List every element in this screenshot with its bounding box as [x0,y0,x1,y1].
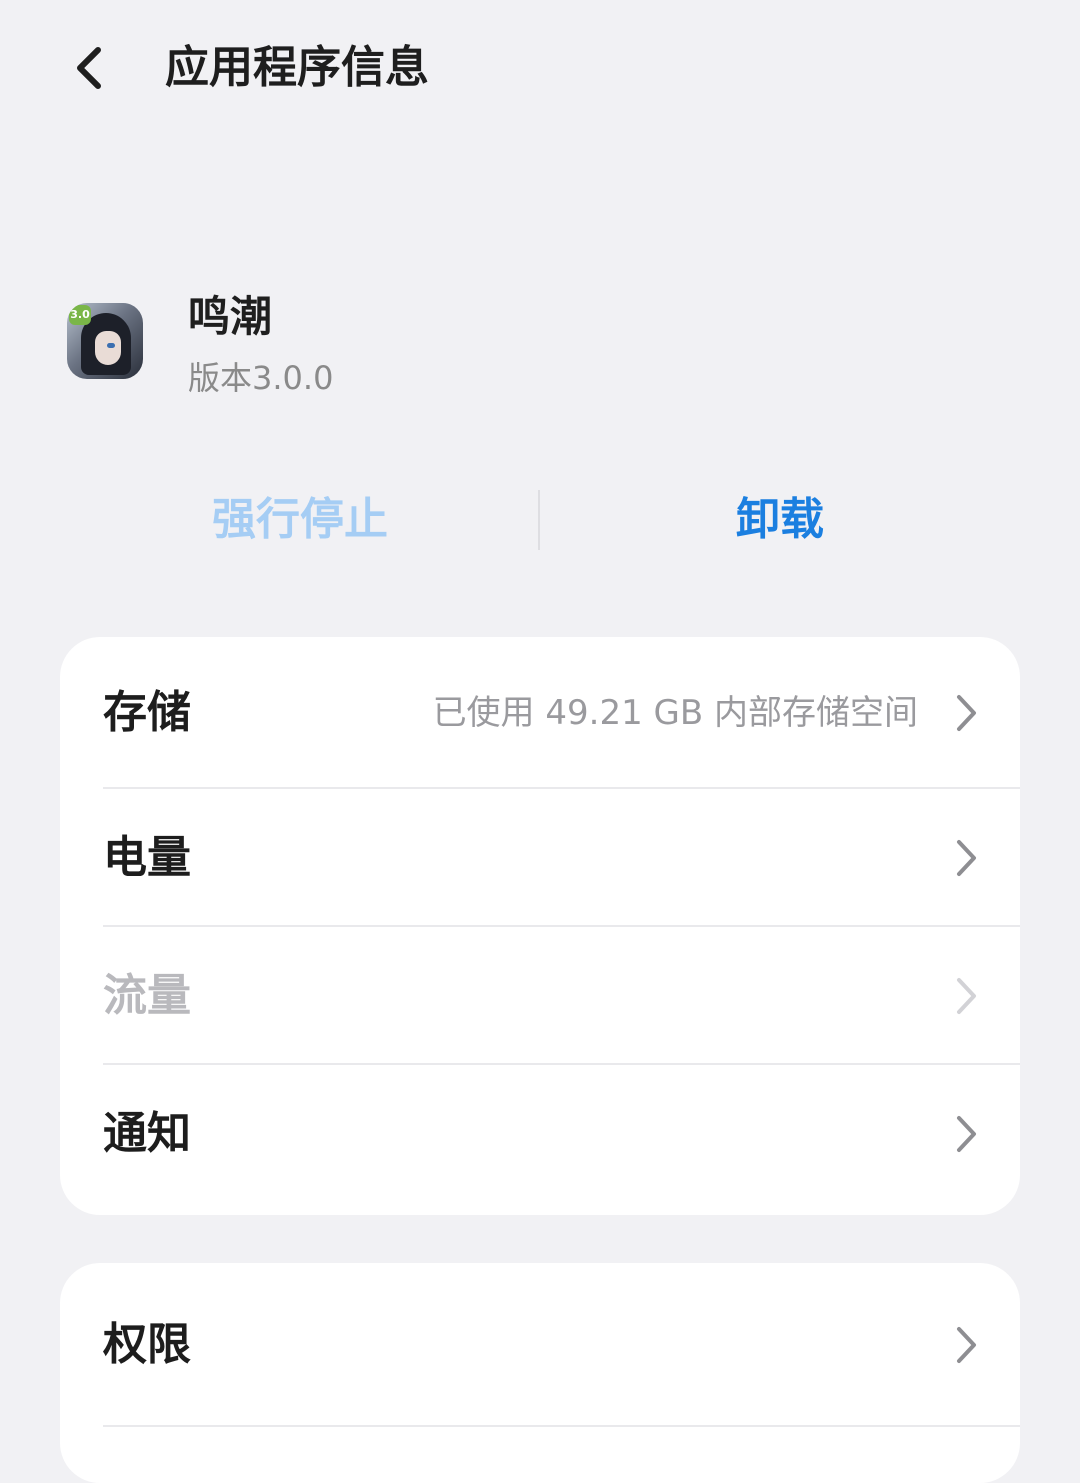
action-bar: 强行停止 卸载 [60,480,1020,560]
uninstall-button[interactable]: 卸载 [540,480,1020,560]
settings-row-permissions[interactable]: 权限 [60,1263,1020,1427]
settings-row-storage[interactable]: 存储 已使用 49.21 GB 内部存储空间 [60,637,1020,789]
settings-row-battery[interactable]: 电量 [60,789,1020,927]
app-icon: 3.0 [67,303,143,379]
app-icon-badge: 3.0 [69,305,91,325]
app-icon-eye [107,343,115,348]
row-divider [103,1425,1020,1427]
force-stop-button[interactable]: 强行停止 [60,480,540,560]
settings-card-secondary: 权限 [60,1263,1020,1483]
app-version: 版本3.0.0 [188,359,334,397]
app-name: 鸣潮 [188,292,273,341]
storage-usage-value: 已使用 49.21 GB 内部存储空间 [432,693,918,733]
chevron-left-icon [77,47,101,89]
chevron-right-icon [957,840,976,876]
chevron-right-icon [957,1116,976,1152]
back-button[interactable] [58,38,118,98]
settings-row-label: 权限 [103,1319,191,1370]
app-icon-face [95,331,121,365]
settings-row-data-usage: 流量 [60,927,1020,1065]
settings-row-label: 存储 [103,687,191,738]
chevron-right-icon [957,978,976,1014]
chevron-right-icon [957,695,976,731]
settings-row-label: 电量 [103,832,191,883]
page-title: 应用程序信息 [165,42,429,93]
settings-card-main: 存储 已使用 49.21 GB 内部存储空间 电量 流量 通知 [60,637,1020,1215]
header: 应用程序信息 [0,0,1080,140]
settings-row-notifications[interactable]: 通知 [60,1065,1020,1203]
settings-row-label: 通知 [103,1108,191,1159]
settings-row-label: 流量 [103,970,191,1021]
chevron-right-icon [957,1327,976,1363]
